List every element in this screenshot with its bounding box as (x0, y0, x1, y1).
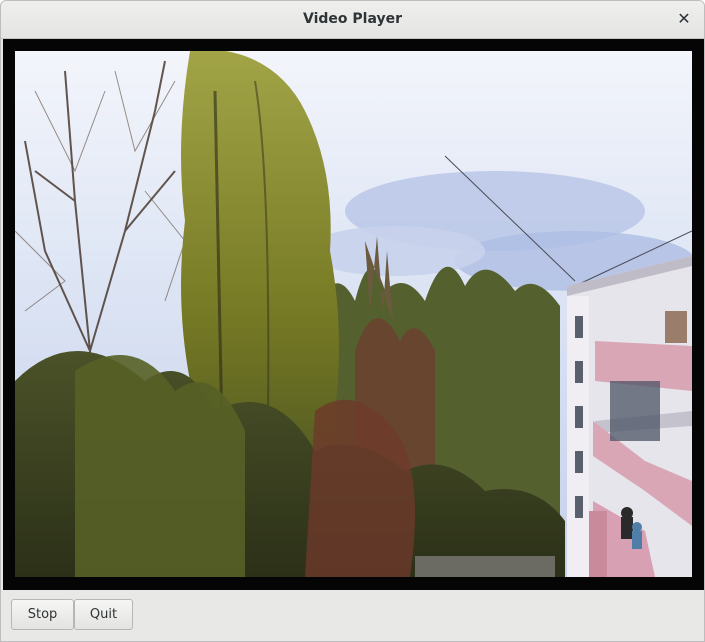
close-icon[interactable]: ✕ (674, 9, 694, 29)
control-bar: Stop Quit (1, 590, 704, 641)
quit-button[interactable]: Quit (74, 599, 133, 630)
window-title: Video Player (303, 11, 402, 27)
video-display (3, 39, 704, 590)
video-player-window: Video Player ✕ Stop Quit (0, 0, 705, 642)
stop-button[interactable]: Stop (11, 599, 74, 630)
title-bar: Video Player ✕ (1, 1, 704, 39)
video-frame (15, 51, 692, 577)
